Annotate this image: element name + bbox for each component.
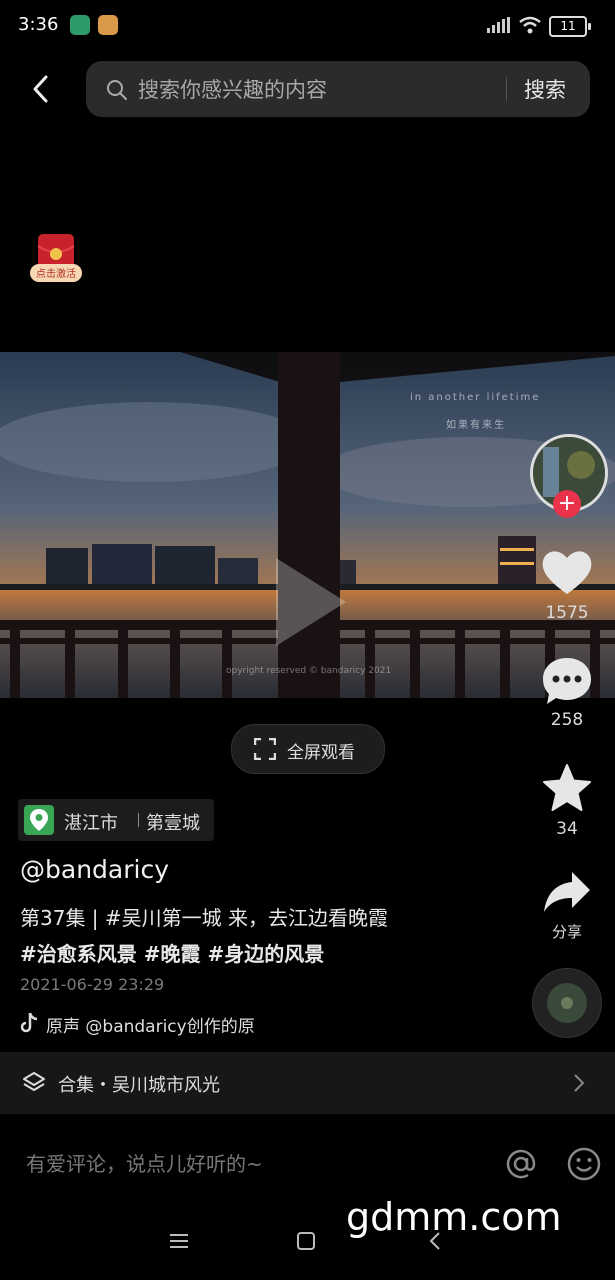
watermark: gdmm.com xyxy=(346,1195,562,1239)
emoji-icon[interactable] xyxy=(566,1146,602,1182)
share-icon[interactable] xyxy=(542,870,592,914)
video-overlay-text-cn: 如果有来生 xyxy=(446,420,506,431)
music-marquee[interactable]: 原声 @bandaricy创作的原 xyxy=(46,1012,328,1036)
red-packet-icon[interactable]: 点击激活 xyxy=(30,234,82,286)
author-name[interactable]: @bandaricy xyxy=(20,855,169,884)
signal-icon xyxy=(487,17,510,33)
back-arrow-icon[interactable] xyxy=(28,72,56,106)
post-date: 2021-06-29 23:29 xyxy=(20,975,165,994)
share-label: 分享 xyxy=(551,923,582,941)
location-city: 湛江市 xyxy=(64,813,118,834)
search-icon xyxy=(107,80,127,100)
star-icon[interactable] xyxy=(542,764,592,812)
comment-input[interactable]: 有爱评论，说点儿好听的~ xyxy=(26,1148,263,1177)
chevron-right-icon xyxy=(574,1074,585,1092)
location-pin-icon xyxy=(24,805,54,835)
video-copyright: opyright reserved © bandaricy 2021 xyxy=(226,666,392,676)
description-line-1: 第37集 | #吴川第一城 来，去江边看晚霞 xyxy=(20,906,389,930)
notes-app-icon xyxy=(98,15,118,35)
wifi-icon xyxy=(519,16,541,34)
collection-label: 合集・吴川城市风光 xyxy=(58,1075,220,1096)
like-count: 1575 xyxy=(545,603,589,623)
status-bar: 3:36 11 xyxy=(0,0,615,50)
search-input[interactable] xyxy=(136,61,500,119)
fullscreen-label: 全屏观看 xyxy=(287,743,355,763)
comment-count: 258 xyxy=(550,710,584,730)
heart-icon[interactable] xyxy=(541,548,593,596)
music-disc[interactable] xyxy=(532,968,602,1038)
collection-bar[interactable]: 合集・吴川城市风光 xyxy=(0,1052,615,1114)
search-button[interactable]: 搜索 xyxy=(524,74,566,104)
tiktok-music-icon xyxy=(20,1012,38,1033)
play-icon[interactable] xyxy=(262,552,352,652)
svg-text:点击激活: 点击激活 xyxy=(36,267,76,280)
video-overlay-text-en: in another lifetime xyxy=(410,392,541,403)
follow-plus-button[interactable]: + xyxy=(553,490,581,518)
location-place: 第壹城 xyxy=(146,813,200,834)
music-disc-cover xyxy=(547,983,587,1023)
search-divider xyxy=(506,77,507,101)
status-time: 3:36 xyxy=(18,14,59,35)
home-nav-icon[interactable] xyxy=(297,1232,315,1250)
favorite-count: 34 xyxy=(556,819,578,839)
location-tag[interactable]: 湛江市 第壹城 xyxy=(18,799,214,841)
search-bar: 搜索 xyxy=(86,61,590,119)
description-hashtags[interactable]: #治愈系风景 #晚霞 #身边的风景 xyxy=(20,938,324,967)
battery-indicator: 11 xyxy=(549,16,591,37)
fullscreen-button[interactable]: 全屏观看 xyxy=(231,724,385,774)
security-app-icon xyxy=(70,15,90,35)
fullscreen-icon xyxy=(254,738,276,760)
comment-icon[interactable] xyxy=(541,656,593,706)
location-separator xyxy=(138,813,139,827)
at-mention-icon[interactable] xyxy=(503,1146,539,1182)
menu-nav-icon[interactable] xyxy=(170,1233,188,1249)
layers-icon xyxy=(23,1072,45,1091)
